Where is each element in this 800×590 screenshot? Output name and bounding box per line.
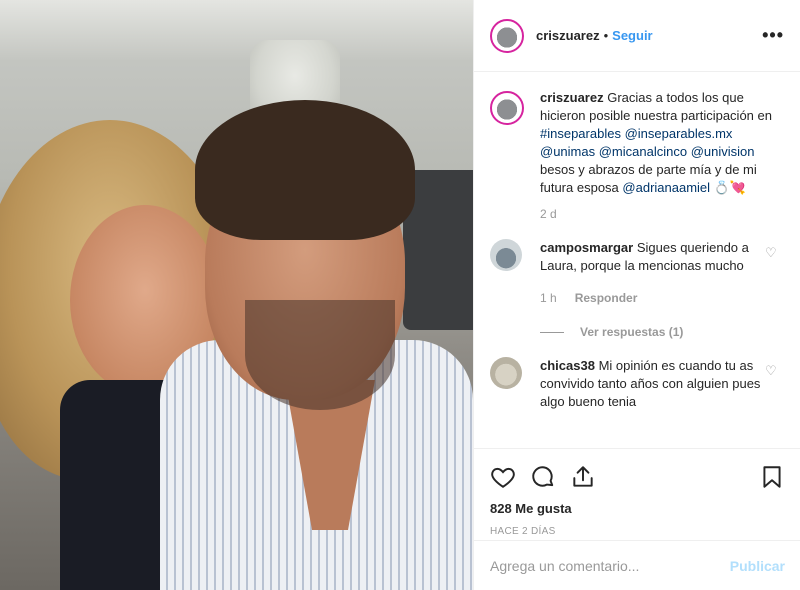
photo-man-beard: [245, 300, 395, 410]
hashtag-link[interactable]: #inseparables: [540, 126, 621, 141]
post-photo[interactable]: [0, 0, 473, 590]
commenter-username[interactable]: chicas38: [540, 358, 595, 373]
comment-body: chicas38 Mi opinión es cuando tu as conv…: [540, 357, 770, 411]
reply-button[interactable]: Responder: [575, 289, 638, 307]
post-header: criszuarez • Seguir •••: [474, 0, 800, 72]
caption-avatar[interactable]: [490, 91, 524, 125]
heart-icon[interactable]: ♡: [765, 364, 777, 377]
comments-list[interactable]: criszuarez Gracias a todos los que hicie…: [474, 73, 800, 448]
follow-button[interactable]: Seguir: [612, 28, 652, 43]
action-icons: [490, 457, 785, 497]
view-replies-button[interactable]: Ver respuestas (1): [540, 325, 785, 339]
caption-emoji: 💍💘: [713, 180, 747, 195]
comment-meta: 1 h Responder: [540, 289, 770, 307]
caption-username[interactable]: criszuarez: [540, 90, 604, 105]
mention-link[interactable]: @micanalcinco: [599, 144, 687, 159]
comment-input[interactable]: [490, 557, 730, 574]
share-icon[interactable]: [570, 464, 596, 490]
heart-icon[interactable]: ♡: [765, 246, 777, 259]
caption-time[interactable]: 2 d: [540, 207, 785, 221]
publish-button[interactable]: Publicar: [730, 558, 785, 574]
comment-icon[interactable]: [530, 464, 556, 490]
commenter-username[interactable]: camposmargar: [540, 240, 633, 255]
mention-link[interactable]: @univision: [691, 144, 755, 159]
more-icon[interactable]: •••: [762, 25, 784, 46]
mention-link[interactable]: @inseparables.mx: [625, 126, 733, 141]
post-side-panel: criszuarez • Seguir ••• criszuarez Graci…: [473, 0, 800, 590]
bookmark-icon[interactable]: [759, 464, 785, 490]
comment-item: camposmargar Sigues queriendo a Laura, p…: [490, 239, 785, 307]
caption: criszuarez Gracias a todos los que hicie…: [490, 89, 785, 197]
comment-body: camposmargar Sigues queriendo a Laura, p…: [540, 239, 770, 307]
action-bar: 828 Me gusta HACE 2 DÍAS: [474, 448, 800, 537]
separator-dot: •: [603, 28, 609, 43]
author-avatar[interactable]: [490, 18, 524, 53]
caption-text: criszuarez Gracias a todos los que hicie…: [540, 89, 785, 197]
author-username[interactable]: criszuarez: [536, 28, 600, 43]
photo-cabin-ceiling: [0, 0, 473, 60]
likes-count[interactable]: 828 Me gusta: [490, 501, 785, 516]
mention-link[interactable]: @unimas: [540, 144, 595, 159]
comment-time[interactable]: 1 h: [540, 289, 557, 307]
comment-item: chicas38 Mi opinión es cuando tu as conv…: [490, 357, 785, 411]
photo-man-hair: [195, 100, 415, 240]
view-replies-label: Ver respuestas (1): [580, 325, 684, 339]
commenter-avatar[interactable]: [490, 357, 522, 389]
mention-link[interactable]: @adrianaamiel: [622, 180, 710, 195]
comment-composer: Publicar: [474, 540, 800, 590]
posted-ago[interactable]: HACE 2 DÍAS: [490, 526, 785, 537]
commenter-avatar[interactable]: [490, 239, 522, 271]
heart-icon[interactable]: [490, 464, 516, 490]
replies-divider-line: [540, 331, 564, 333]
